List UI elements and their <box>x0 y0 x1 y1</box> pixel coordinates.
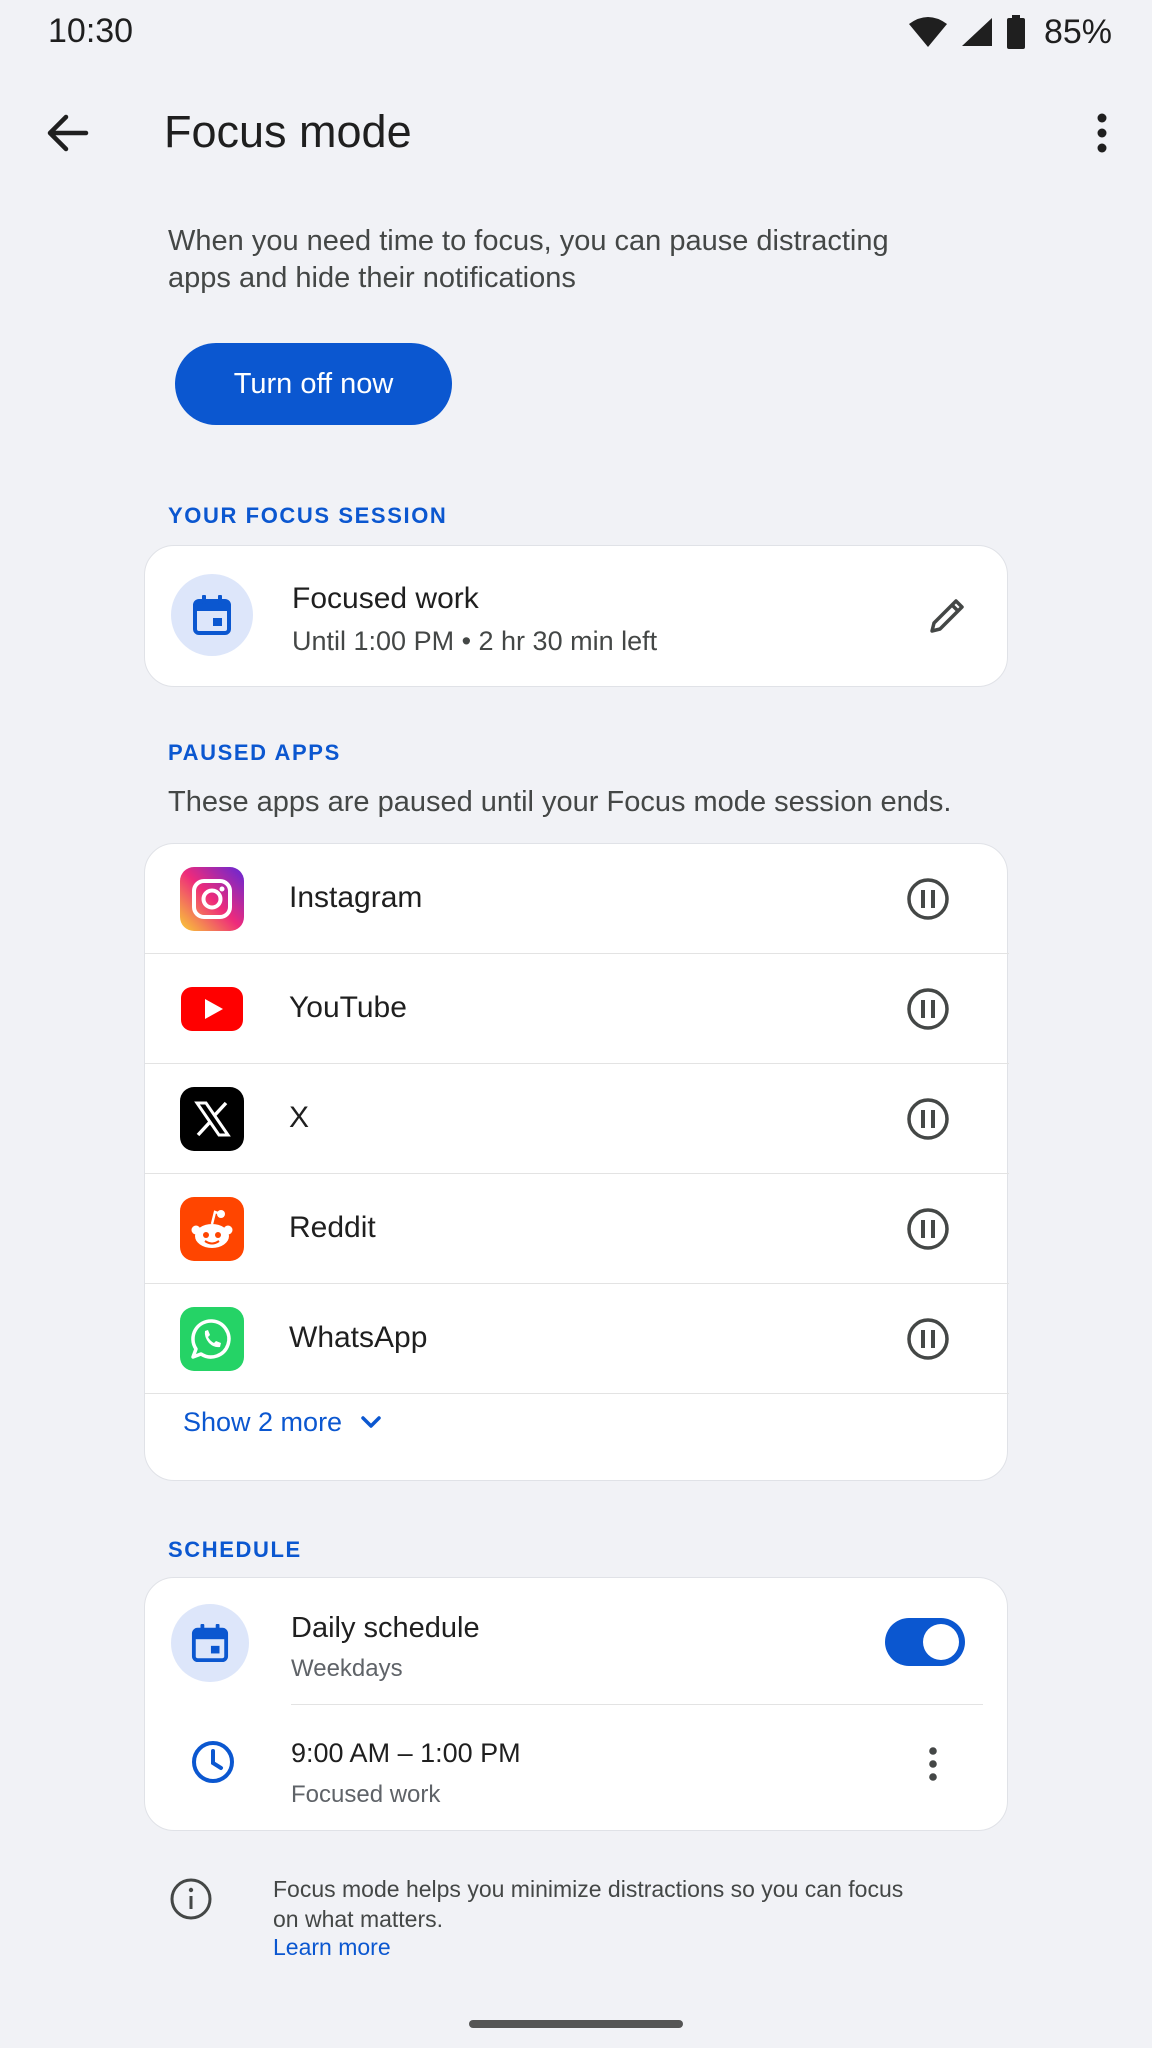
divider <box>291 1704 983 1705</box>
app-name: X <box>289 1101 310 1134</box>
edit-session-button[interactable] <box>909 578 985 654</box>
app-name: WhatsApp <box>289 1321 428 1354</box>
paused-apps-card: Instagram YouTube X Reddit WhatsApp Show… <box>144 843 1009 1481</box>
pause-app-button[interactable] <box>890 1081 966 1157</box>
schedule-more-button[interactable] <box>903 1734 963 1794</box>
app-row-x[interactable]: X <box>145 1064 1009 1174</box>
reddit-icon <box>180 1197 244 1261</box>
section-label-paused-apps: PAUSED APPS <box>168 740 341 765</box>
youtube-icon <box>180 977 244 1041</box>
app-name: Instagram <box>289 881 423 914</box>
pause-app-button[interactable] <box>890 861 966 937</box>
status-icons: 85% <box>908 10 1112 54</box>
whatsapp-icon <box>180 1307 244 1371</box>
toggle-knob <box>923 1624 959 1660</box>
signal-icon <box>960 16 994 48</box>
x-icon <box>180 1087 244 1151</box>
schedule-title: Daily schedule <box>291 1612 480 1644</box>
home-indicator[interactable] <box>469 2020 683 2028</box>
instagram-icon <box>180 867 244 931</box>
app-name: Reddit <box>289 1211 376 1244</box>
back-button[interactable] <box>30 95 106 171</box>
pause-icon <box>907 878 949 920</box>
section-label-schedule: SCHEDULE <box>168 1537 302 1562</box>
section-label-focus-session: YOUR FOCUS SESSION <box>168 503 448 528</box>
clock-icon <box>187 1736 239 1788</box>
focus-session-card[interactable]: Focused work Until 1:00 PM • 2 hr 30 min… <box>144 545 1008 687</box>
page-title: Focus mode <box>164 106 412 157</box>
app-row-whatsapp[interactable]: WhatsApp <box>145 1284 1009 1394</box>
calendar-icon <box>171 574 253 656</box>
session-subtitle: Until 1:00 PM • 2 hr 30 min left <box>292 626 658 656</box>
app-row-youtube[interactable]: YouTube <box>145 954 1009 1064</box>
pause-icon <box>907 1098 949 1140</box>
arrow-back-icon <box>47 114 89 152</box>
app-row-instagram[interactable]: Instagram <box>145 844 1009 954</box>
info-icon <box>168 1876 216 1924</box>
more-vert-icon <box>1097 113 1107 153</box>
calendar-icon <box>171 1604 249 1682</box>
pause-app-button[interactable] <box>890 1191 966 1267</box>
schedule-time-label: Focused work <box>291 1781 441 1808</box>
battery-icon <box>1006 15 1026 49</box>
app-row-reddit[interactable]: Reddit <box>145 1174 1009 1284</box>
pause-app-button[interactable] <box>890 971 966 1047</box>
chevron-down-icon <box>361 1416 381 1428</box>
overflow-menu-button[interactable] <box>1064 95 1140 171</box>
schedule-toggle[interactable] <box>885 1618 965 1666</box>
schedule-card: Daily schedule Weekdays 9:00 AM – 1:00 P… <box>144 1577 1008 1831</box>
learn-more-link[interactable]: Learn more <box>273 1934 391 1961</box>
footer-text: Focus mode helps you minimize distractio… <box>273 1876 904 1932</box>
app-name: YouTube <box>289 991 407 1024</box>
more-vert-icon <box>929 1747 937 1781</box>
paused-apps-description: These apps are paused until your Focus m… <box>168 786 952 818</box>
pause-icon <box>907 1208 949 1250</box>
pencil-icon <box>930 599 964 633</box>
status-time: 10:30 <box>48 12 134 50</box>
intro-text: When you need time to focus, you can pau… <box>168 225 889 294</box>
wifi-icon <box>908 16 948 48</box>
pause-icon <box>907 988 949 1030</box>
battery-percent: 85% <box>1043 12 1112 51</box>
session-title: Focused work <box>292 582 479 615</box>
pause-app-button[interactable] <box>890 1301 966 1377</box>
turn-off-now-button[interactable]: Turn off now <box>175 343 452 425</box>
schedule-time-range: 9:00 AM – 1:00 PM <box>291 1738 521 1768</box>
show-more-label: Show 2 more <box>183 1406 343 1437</box>
schedule-subtitle: Weekdays <box>291 1655 403 1682</box>
show-more-button[interactable]: Show 2 more <box>183 1392 382 1452</box>
pause-icon <box>907 1318 949 1360</box>
